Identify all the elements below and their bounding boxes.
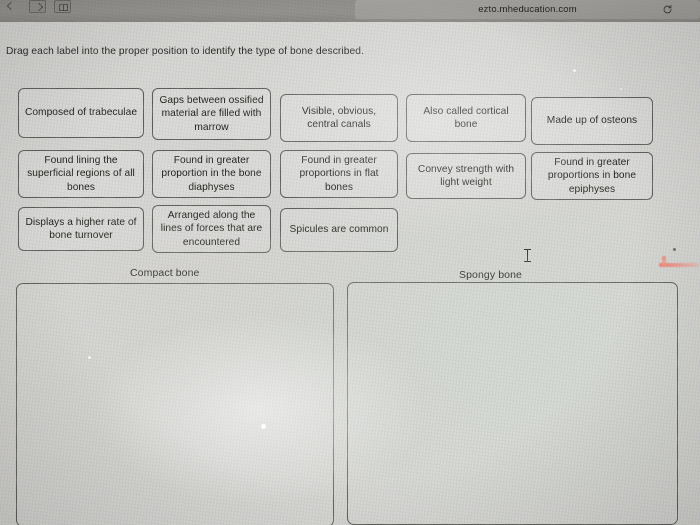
drag-label-text: Found in greater proportion in the bone … — [161, 155, 262, 193]
dropzone-spongy-bone[interactable] — [347, 282, 678, 525]
drag-label-text: Spicules are common — [289, 224, 389, 236]
drag-label-spicules-are-common[interactable]: Spicules are common — [280, 208, 398, 252]
drag-label-text: Made up of osteons — [546, 115, 638, 127]
drag-label-found-greater-flat-bones[interactable]: Found in greater proportions in flat bon… — [280, 150, 398, 198]
instruction-text: Drag each label into the proper position… — [6, 46, 364, 57]
dust-speck — [673, 248, 676, 251]
drag-label-text: Visible, obvious, central canals — [301, 105, 377, 130]
drag-label-text: Composed of trabeculae — [24, 107, 138, 119]
exercise-page: Drag each label into the proper position… — [0, 22, 700, 525]
dropzone-title-compact-bone: Compact bone — [130, 267, 200, 279]
dropzone-compact-bone[interactable] — [16, 283, 334, 525]
dropzone-title-spongy-bone: Spongy bone — [459, 269, 522, 281]
drag-label-found-lining-superficial[interactable]: Found lining the superficial regions of … — [18, 150, 144, 198]
drag-label-arranged-lines-of-forces[interactable]: Arranged along the lines of forces that … — [152, 205, 271, 253]
screen-photo: ezto.mheducation.com Drag each label int… — [0, 0, 700, 525]
drag-label-convey-strength-light-weight[interactable]: Convey strength with light weight — [406, 153, 526, 199]
drag-label-displays-higher-turnover[interactable]: Displays a higher rate of bone turnover — [18, 207, 144, 251]
forward-arrow-icon[interactable] — [29, 0, 46, 13]
text-cursor-icon — [524, 249, 531, 262]
drag-label-text: Found in greater proportions in flat bon… — [299, 155, 379, 193]
url-text: ezto.mheducation.com — [478, 4, 577, 15]
drag-label-text: Gaps between ossified material are fille… — [159, 95, 264, 133]
drag-label-text: Displays a higher rate of bone turnover — [25, 216, 137, 241]
drag-label-composed-of-trabeculae[interactable]: Composed of trabeculae — [18, 88, 144, 138]
back-arrow-icon[interactable] — [4, 0, 21, 13]
drag-label-found-greater-epiphyses[interactable]: Found in greater proportions in bone epi… — [531, 152, 653, 200]
reload-icon[interactable] — [662, 4, 673, 15]
drag-label-text: Found in greater proportions in bone epi… — [547, 157, 637, 195]
drag-label-gaps-between-ossified[interactable]: Gaps between ossified material are fille… — [152, 88, 271, 140]
drag-label-made-up-of-osteons[interactable]: Made up of osteons — [531, 97, 653, 145]
drag-label-found-greater-diaphyses[interactable]: Found in greater proportion in the bone … — [152, 150, 271, 198]
drag-label-text: Convey strength with light weight — [417, 163, 515, 188]
drag-label-also-called-cortical-bone[interactable]: Also called cortical bone — [406, 94, 526, 142]
browser-nav-icons — [0, 0, 71, 14]
address-bar[interactable]: ezto.mheducation.com — [355, 0, 700, 19]
tabs-icon[interactable] — [54, 0, 71, 13]
drag-label-visible-obvious-central[interactable]: Visible, obvious, central canals — [280, 94, 398, 142]
drag-label-text: Arranged along the lines of forces that … — [160, 210, 263, 248]
drag-label-text: Also called cortical bone — [423, 105, 509, 130]
drag-label-text: Found lining the superficial regions of … — [27, 155, 135, 193]
